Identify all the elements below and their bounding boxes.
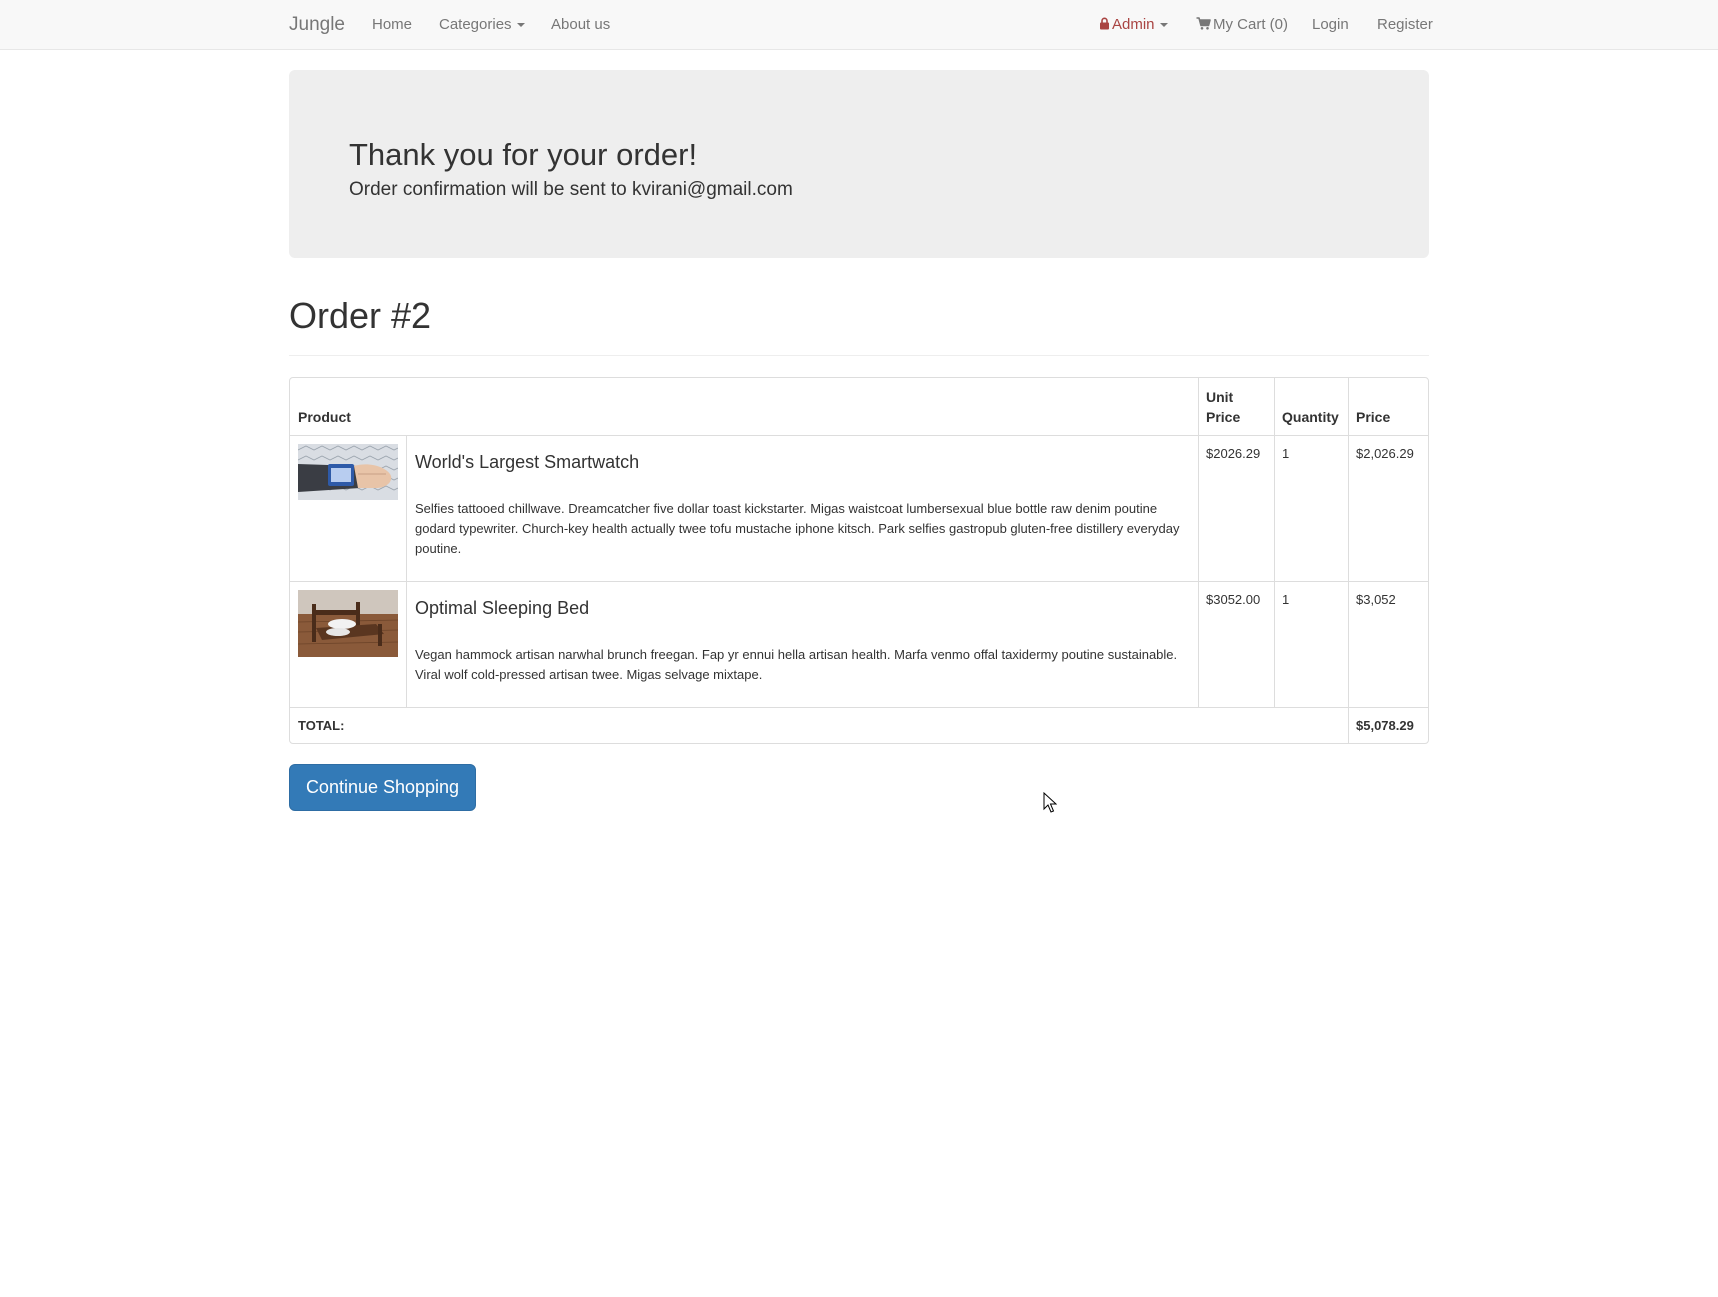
product-name: World's Largest Smartwatch	[415, 452, 640, 472]
brand-link[interactable]: Jungle	[289, 0, 345, 50]
product-description: Vegan hammock artisan narwhal brunch fre…	[415, 647, 1178, 682]
price-cell: $3,052	[1356, 592, 1396, 607]
column-header-price: Price	[1356, 409, 1391, 425]
chevron-down-icon	[516, 23, 525, 28]
product-details-cell: Optimal Sleeping Bed Vegan hammock artis…	[407, 582, 1198, 707]
continue-shopping-button[interactable]: Continue Shopping	[289, 764, 476, 811]
total-value: $5,078.29	[1356, 718, 1414, 733]
confirmation-subtitle: Order confirmation will be sent to kvira…	[349, 179, 793, 200]
column-header-product: Product	[298, 409, 351, 425]
order-confirmation-banner: Thank you for your order! Order confirma…	[289, 70, 1429, 258]
product-description: Selfies tattooed chillwave. Dreamcatcher…	[415, 501, 1180, 556]
quantity-cell: 1	[1282, 446, 1290, 461]
unit-price-cell: $3052.00	[1206, 592, 1261, 607]
shopping-cart-icon	[1196, 17, 1211, 30]
total-label: TOTAL:	[298, 718, 345, 733]
nav-login-link[interactable]: Login	[1312, 0, 1349, 50]
product-name: Optimal Sleeping Bed	[415, 598, 590, 618]
nav-cart-label: My Cart (0)	[1213, 16, 1288, 33]
quantity-cell: 1	[1282, 592, 1290, 607]
confirmation-title: Thank you for your order!	[349, 137, 698, 172]
product-image-cell	[290, 436, 406, 581]
navbar-container: Jungle Home Categories About us Admin My…	[289, 0, 1433, 50]
navbar: Jungle Home Categories About us Admin My…	[0, 0, 1718, 50]
total-row: TOTAL: $5,078.29	[290, 707, 1428, 743]
product-image-cell	[290, 582, 406, 707]
lock-icon	[1100, 17, 1109, 30]
column-header-quantity: Quantity	[1282, 409, 1339, 425]
unit-price-cell: $2026.29	[1206, 446, 1261, 461]
product-image-bed	[298, 590, 398, 657]
page-title: Order #2	[289, 295, 432, 336]
nav-categories-label: Categories	[439, 16, 512, 33]
nav-categories-dropdown[interactable]: Categories	[439, 0, 525, 50]
divider	[289, 355, 1429, 356]
nav-home-link[interactable]: Home	[372, 0, 412, 50]
table-row: World's Largest Smartwatch Selfies tatto…	[290, 435, 1428, 581]
price-cell: $2,026.29	[1356, 446, 1414, 461]
order-table: Product Unit Price Quantity Price World'…	[289, 377, 1429, 744]
chevron-down-icon	[1159, 23, 1168, 28]
nav-about-link[interactable]: About us	[551, 0, 610, 50]
mouse-cursor-icon	[1043, 792, 1057, 813]
table-row: Optimal Sleeping Bed Vegan hammock artis…	[290, 581, 1428, 707]
nav-admin-dropdown[interactable]: Admin	[1099, 0, 1168, 50]
nav-admin-label: Admin	[1112, 16, 1155, 33]
nav-cart-link[interactable]: My Cart (0)	[1196, 0, 1288, 50]
product-details-cell: World's Largest Smartwatch Selfies tatto…	[407, 436, 1198, 581]
table-header-row: Product Unit Price Quantity Price	[290, 378, 1428, 435]
column-header-unit-price: Unit Price	[1206, 389, 1241, 425]
product-image-smartwatch	[298, 444, 398, 500]
nav-register-link[interactable]: Register	[1377, 0, 1433, 50]
